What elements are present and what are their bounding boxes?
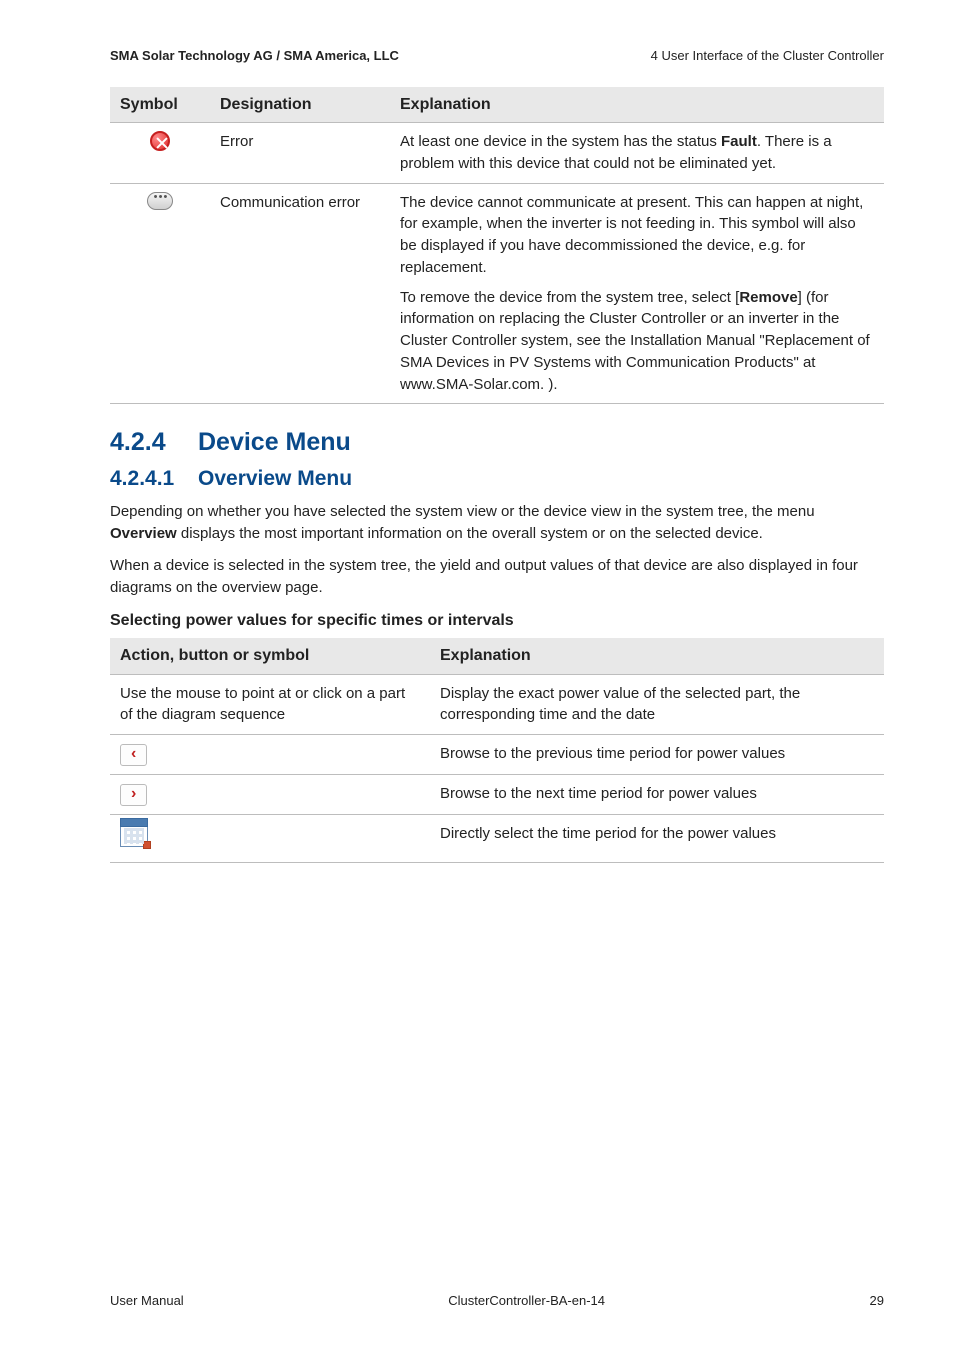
explanation-cell: Display the exact power value of the sel… xyxy=(430,674,884,735)
text: To remove the device from the system tre… xyxy=(400,289,739,306)
subsection-title: Overview Menu xyxy=(198,467,352,490)
table-row: › Browse to the next time period for pow… xyxy=(110,775,884,815)
th-designation: Designation xyxy=(210,87,390,123)
table-row: Communication error The device cannot co… xyxy=(110,183,884,404)
explanation-cell: At least one device in the system has th… xyxy=(390,123,884,184)
designation-cell: Communication error xyxy=(210,183,390,404)
action-cell: ‹ xyxy=(110,735,430,775)
subsection-heading: 4.2.4.1Overview Menu xyxy=(110,467,884,491)
next-period-button[interactable]: › xyxy=(120,784,147,806)
table-row: Use the mouse to point at or click on a … xyxy=(110,674,884,735)
footer-right: 29 xyxy=(870,1293,884,1308)
text: Depending on whether you have selected t… xyxy=(110,503,815,520)
section-title: Device Menu xyxy=(198,428,351,456)
table-row: Error At least one device in the system … xyxy=(110,123,884,184)
previous-period-button[interactable]: ‹ xyxy=(120,744,147,766)
calendar-icon[interactable] xyxy=(120,823,148,847)
body-paragraph: When a device is selected in the system … xyxy=(110,555,884,599)
text-bold: Fault xyxy=(721,133,757,150)
action-table: Action, button or symbol Explanation Use… xyxy=(110,638,884,862)
table-row: Directly select the time period for the … xyxy=(110,815,884,863)
chevron-right-icon: › xyxy=(131,785,136,802)
text: displays the most important information … xyxy=(177,525,763,542)
footer-left: User Manual xyxy=(110,1293,184,1308)
header-right: 4 User Interface of the Cluster Controll… xyxy=(651,48,884,63)
action-cell: › xyxy=(110,775,430,815)
text-bold: Overview xyxy=(110,525,177,542)
explanation-cell: Browse to the next time period for power… xyxy=(430,775,884,815)
chevron-left-icon: ‹ xyxy=(131,745,136,762)
action-cell: Use the mouse to point at or click on a … xyxy=(110,674,430,735)
text: At least one device in the system has th… xyxy=(400,133,721,150)
text: The device cannot communicate at present… xyxy=(400,192,874,279)
explanation-cell: The device cannot communicate at present… xyxy=(390,183,884,404)
header-left: SMA Solar Technology AG / SMA America, L… xyxy=(110,48,399,63)
error-icon xyxy=(150,131,170,151)
explanation-cell: Directly select the time period for the … xyxy=(430,815,884,863)
th-action: Action, button or symbol xyxy=(110,638,430,674)
subsection-number: 4.2.4.1 xyxy=(110,467,198,491)
th-explanation: Explanation xyxy=(430,638,884,674)
body-paragraph: Depending on whether you have selected t… xyxy=(110,501,884,545)
th-explanation: Explanation xyxy=(390,87,884,123)
section-number: 4.2.4 xyxy=(110,428,198,457)
footer-center: ClusterController-BA-en-14 xyxy=(448,1293,605,1308)
action-cell xyxy=(110,815,430,863)
explanation-cell: Browse to the previous time period for p… xyxy=(430,735,884,775)
subhead: Selecting power values for specific time… xyxy=(110,612,884,630)
symbol-table: Symbol Designation Explanation Error At … xyxy=(110,87,884,404)
communication-error-icon xyxy=(147,192,173,210)
th-symbol: Symbol xyxy=(110,87,210,123)
table-row: ‹ Browse to the previous time period for… xyxy=(110,735,884,775)
designation-cell: Error xyxy=(210,123,390,184)
section-heading: 4.2.4Device Menu xyxy=(110,428,884,457)
text-bold: Remove xyxy=(739,289,797,306)
